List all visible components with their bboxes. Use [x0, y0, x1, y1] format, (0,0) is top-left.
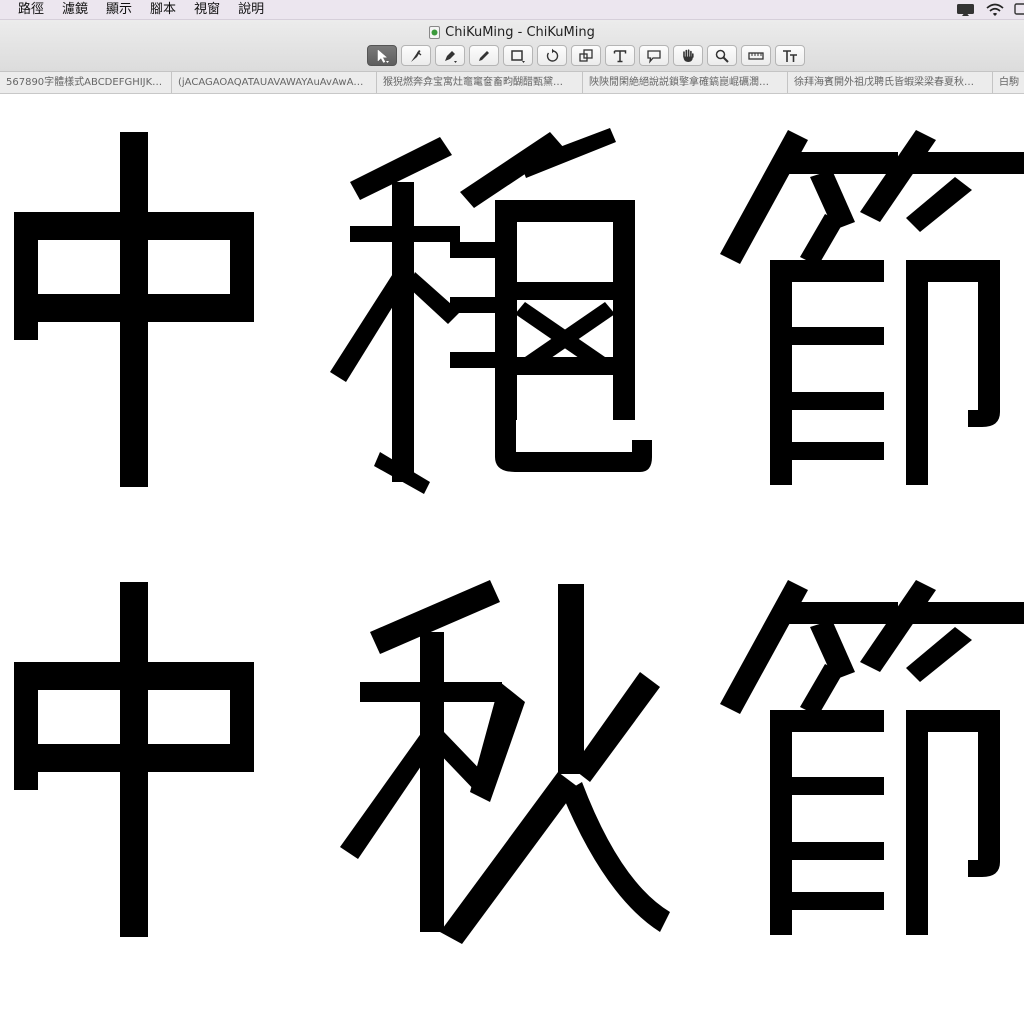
arrow-pointer-icon	[377, 48, 389, 63]
text-t-icon	[613, 49, 627, 62]
magnifier-icon	[715, 49, 729, 63]
menu-items: 路徑 濾鏡 顯示 腳本 視窗 說明	[0, 0, 282, 20]
title-row: ChiKuMing - ChiKuMing	[0, 23, 1024, 41]
rotate-icon	[546, 48, 559, 62]
rotate-tool[interactable]	[537, 45, 567, 66]
glyph-tab[interactable]: 567890字體樣式ABCDEFGHIJK…	[0, 72, 172, 93]
glyph-tab[interactable]: 白駒	[993, 72, 1024, 93]
glyph-jie-row1[interactable]	[710, 122, 1024, 502]
pointer-tool[interactable]	[367, 45, 397, 66]
menu-filter[interactable]: 濾鏡	[62, 0, 88, 20]
status-area	[946, 0, 1024, 20]
glyph-zhong-row2[interactable]	[0, 574, 280, 944]
glyph-tab[interactable]: 陜陝閒閑絶絕說説鎖擎拿確鎬崑崐礪濶…	[583, 72, 788, 93]
hand-icon	[683, 48, 694, 62]
window-toolbar: ChiKuMing - ChiKuMing	[0, 20, 1024, 72]
speech-bubble-icon	[647, 49, 661, 64]
knife-icon	[411, 49, 422, 62]
glyph-tab[interactable]: 猴猊燃奔弇宝寓灶竈竃奩畜畇醐醋甄黛…	[377, 72, 583, 93]
text-size-tool[interactable]	[775, 45, 805, 66]
display-icon[interactable]	[1014, 3, 1024, 17]
ruler-icon	[748, 51, 764, 60]
text-size-icon	[783, 49, 797, 62]
document-icon	[429, 25, 441, 39]
menu-help[interactable]: 說明	[238, 0, 264, 20]
rectangle-tool[interactable]	[503, 45, 533, 66]
menu-path[interactable]: 路徑	[18, 0, 44, 20]
glyph-canvas[interactable]: 中穐節 中秋節	[0, 94, 1024, 1024]
scale-tool[interactable]	[571, 45, 601, 66]
menu-script[interactable]: 腳本	[150, 0, 176, 20]
airplay-icon[interactable]	[956, 3, 976, 17]
pen-knife-tool[interactable]	[401, 45, 431, 66]
pencil-icon	[479, 50, 489, 61]
pen-icon	[445, 50, 457, 63]
menu-window[interactable]: 視窗	[194, 0, 220, 20]
glyph-tab[interactable]: (jACAGAOAQATAUAVAWAYAuAvAwA…	[172, 72, 377, 93]
menu-view[interactable]: 顯示	[106, 0, 132, 20]
tool-palette	[367, 45, 805, 67]
rectangle-icon	[511, 49, 525, 63]
zoom-tool[interactable]	[707, 45, 737, 66]
scale-icon	[579, 48, 593, 62]
glyph-tab[interactable]: 徐拜海賓開外祖戊聘氏皆蝦梁梁春夏秋…	[788, 72, 993, 93]
glyph-qiu-row2[interactable]	[320, 572, 680, 952]
glyph-qiu-variant-row1[interactable]	[320, 122, 680, 502]
measure-tool[interactable]	[741, 45, 771, 66]
wifi-icon[interactable]	[986, 3, 1004, 17]
glyph-tab-strip: 567890字體樣式ABCDEFGHIJK… (jACAGAOAQATAUAVA…	[0, 72, 1024, 94]
menu-bar: 路徑 濾鏡 顯示 腳本 視窗 說明	[0, 0, 1024, 20]
glyph-jie-row2[interactable]	[710, 572, 1024, 952]
text-tool[interactable]	[605, 45, 635, 66]
window-title: ChiKuMing - ChiKuMing	[445, 24, 595, 40]
pencil-tool[interactable]	[469, 45, 499, 66]
annotation-tool[interactable]	[639, 45, 669, 66]
glyph-zhong-row1[interactable]	[0, 124, 280, 494]
hand-tool[interactable]	[673, 45, 703, 66]
pen-tool[interactable]	[435, 45, 465, 66]
